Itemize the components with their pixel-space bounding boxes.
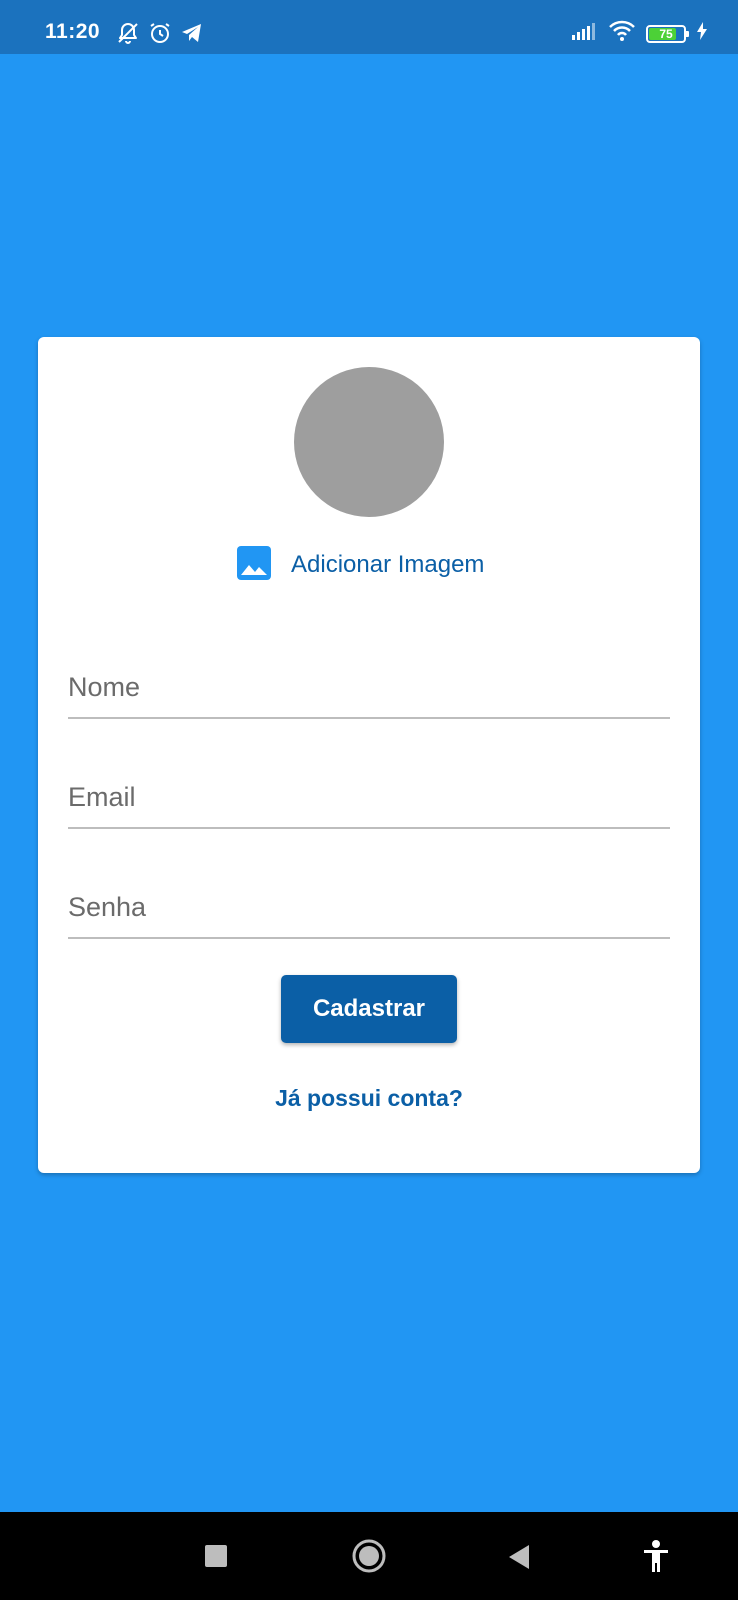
charging-icon: [696, 21, 708, 46]
register-button[interactable]: Cadastrar: [281, 975, 457, 1043]
back-icon[interactable]: [507, 1544, 531, 1575]
add-image-button[interactable]: Adicionar Imagem: [236, 545, 484, 585]
signup-card: Adicionar Imagem Cadastrar Já possui con…: [38, 337, 700, 1173]
status-left-icons: [116, 21, 204, 50]
alarm-icon: [148, 21, 172, 50]
password-field-container: [68, 847, 670, 939]
navigation-bar: [0, 1512, 738, 1600]
image-icon: [236, 545, 272, 586]
telegram-icon: [180, 21, 204, 50]
battery-level: 75: [659, 26, 673, 41]
accessibility-icon[interactable]: [642, 1540, 670, 1577]
signal-icon: [570, 21, 598, 46]
status-time: 11:20: [45, 20, 101, 43]
notifications-off-icon: [116, 21, 140, 50]
login-link[interactable]: Já possui conta?: [38, 1085, 700, 1112]
status-bar: 11:20 75: [0, 0, 738, 54]
password-input[interactable]: [68, 892, 670, 923]
email-input[interactable]: [68, 782, 670, 813]
email-field-container: [68, 737, 670, 829]
recent-apps-icon[interactable]: [205, 1545, 227, 1572]
home-icon[interactable]: [352, 1539, 386, 1578]
battery-cap: [686, 30, 689, 37]
name-field-container: [68, 627, 670, 719]
battery-icon: 75: [646, 24, 689, 43]
wifi-icon: [608, 20, 636, 47]
name-input[interactable]: [68, 672, 670, 703]
avatar-placeholder[interactable]: [294, 367, 444, 517]
status-right-icons: 75: [570, 20, 708, 47]
add-image-label: Adicionar Imagem: [291, 551, 485, 578]
